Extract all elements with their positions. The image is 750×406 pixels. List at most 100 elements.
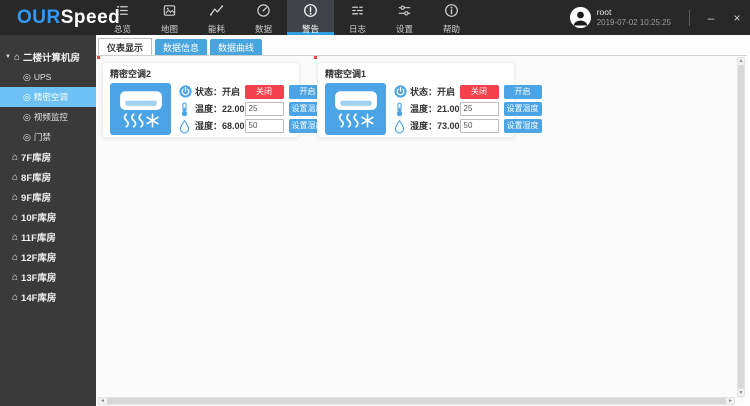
- layout-marker-dot: [97, 56, 100, 59]
- humidity-label: 湿度：: [410, 121, 438, 131]
- caret-down-icon: ▼: [5, 54, 11, 60]
- nav-item-alerts[interactable]: 警告: [287, 0, 334, 35]
- cards-row: 精密空调2 状态： 开启 关闭 开启 温度： 22.00 25 设置温度 湿度：…: [96, 56, 747, 138]
- turn-off-button[interactable]: 关闭: [244, 84, 284, 99]
- scroll-left-arrow-icon[interactable]: ◄: [99, 398, 106, 404]
- tab-pane: 精密空调2 状态： 开启 关闭 开启 温度： 22.00 25 设置温度 湿度：…: [96, 55, 747, 404]
- temperature-input[interactable]: [244, 101, 284, 116]
- sidebar-item-label: 12F库房: [21, 253, 57, 264]
- scroll-right-arrow-icon[interactable]: ►: [727, 398, 734, 404]
- air-conditioner-icon: [325, 83, 386, 135]
- sidebar-item-label: 二楼计算机房: [23, 53, 81, 64]
- humidity-controls: 设置湿度: [459, 118, 542, 133]
- tab-bar: 仪表显示 数据信息 数据曲线: [96, 35, 750, 55]
- ac-card: 精密空调1 状态： 开启 关闭 开启 温度： 21.00 25 设置温度 湿度：…: [317, 62, 542, 138]
- user-info: root 2019-07-02 10:25:25: [597, 7, 671, 28]
- titlebar-spacer: [475, 0, 570, 35]
- nav-item-logs[interactable]: 日志: [334, 0, 381, 35]
- user-box[interactable]: root 2019-07-02 10:25:25: [569, 0, 681, 35]
- scroll-up-arrow-icon[interactable]: ▲: [738, 58, 744, 64]
- horizontal-scrollbar[interactable]: ◄ ►: [98, 397, 735, 405]
- sidebar-item-label: 9F库房: [21, 193, 52, 204]
- nav-label: 设置: [395, 24, 413, 35]
- map-image-icon: [162, 3, 177, 23]
- sidebar-item-label: 精密空调: [33, 92, 68, 102]
- list-icon: [115, 3, 130, 23]
- humidity-label: 湿度：: [195, 121, 223, 131]
- close-button[interactable]: ×: [724, 0, 750, 35]
- titlebar: OUR Speed 总览 地图 能耗 数据 警告 日志 设置 帮助 root 2…: [0, 0, 750, 35]
- tab-gauge-display[interactable]: 仪表显示: [98, 38, 153, 55]
- logo-prefix: OUR: [17, 6, 61, 28]
- log-list-icon: [350, 3, 365, 23]
- temperature-row: 温度： 21.00 设置温度: [394, 101, 542, 116]
- temperature-input[interactable]: [459, 101, 499, 116]
- sidebar-item-label: 14F库房: [21, 293, 57, 304]
- sidebar-item-video-monitor[interactable]: ◎ 视频监控: [0, 107, 96, 127]
- app-body: ▼ ⌂ 二楼计算机房 ◎ UPS ◎ 精密空调 ◎ 视频监控 ◎ 门禁 ⌂ 7F…: [0, 35, 750, 406]
- nav-item-map[interactable]: 地图: [146, 0, 193, 35]
- ac-card: 精密空调2 状态： 开启 关闭 开启 温度： 22.00 25 设置温度 湿度：…: [102, 62, 327, 138]
- sidebar-item-access-control[interactable]: ◎ 门禁: [0, 127, 96, 147]
- sidebar-item-11f[interactable]: ⌂ 11F库房: [0, 227, 96, 247]
- minimize-button[interactable]: –: [698, 0, 724, 35]
- turn-off-button[interactable]: 关闭: [459, 84, 499, 99]
- nav-item-help[interactable]: 帮助: [428, 0, 475, 35]
- turn-on-button[interactable]: 开启: [503, 84, 542, 99]
- scroll-down-arrow-icon[interactable]: ▼: [738, 390, 744, 396]
- set-humidity-button[interactable]: 设置湿度: [503, 118, 542, 133]
- sidebar-item-10f[interactable]: ⌂ 10F库房: [0, 207, 96, 227]
- humidity-value: 68.00: [222, 120, 245, 131]
- card-main: 状态： 开启 关闭 开启: [110, 83, 327, 135]
- sidebar-item-12f[interactable]: ⌂ 12F库房: [0, 247, 96, 267]
- sidebar-item-9f[interactable]: ⌂ 9F库房: [0, 187, 96, 207]
- nav-label: 能耗: [207, 24, 225, 35]
- sidebar-item-label: UPS: [33, 72, 52, 82]
- sidebar-item-7f[interactable]: ⌂ 7F库房: [0, 147, 96, 167]
- sidebar-item-8f[interactable]: ⌂ 8F库房: [0, 167, 96, 187]
- sidebar-item-computer-room[interactable]: ▼ ⌂ 二楼计算机房: [0, 47, 96, 67]
- sidebar-item-label: 13F库房: [21, 273, 57, 284]
- app-logo: OUR Speed: [0, 0, 120, 35]
- card-rows: 状态： 开启 关闭 开启: [171, 83, 327, 135]
- main-content: 仪表显示 数据信息 数据曲线 精密空调2 状态： 开启 关闭 开启 温度： 22…: [96, 35, 750, 406]
- temperature-value: 22.00: [222, 103, 245, 114]
- tab-data-info[interactable]: 数据信息: [155, 39, 208, 55]
- home-icon: ⌂: [12, 231, 19, 243]
- humidity-row: 湿度： 73.00 设置湿度: [394, 118, 542, 134]
- sidebar-item-label: 8F库房: [21, 173, 52, 184]
- temperature-label: 温度：: [410, 104, 438, 114]
- alert-circle-icon: [303, 3, 318, 23]
- sidebar-item-13f[interactable]: ⌂ 13F库房: [0, 267, 96, 287]
- card-main: 状态： 开启 关闭 开启: [325, 83, 542, 135]
- nav-item-energy[interactable]: 能耗: [193, 0, 240, 35]
- tab-data-curve[interactable]: 数据曲线: [210, 39, 263, 55]
- sliders-icon: [397, 3, 412, 23]
- humidity-input[interactable]: [459, 118, 499, 133]
- horizontal-scrollbar-thumb[interactable]: [107, 398, 726, 404]
- sidebar-item-label: 7F库房: [21, 153, 52, 164]
- nav-item-settings[interactable]: 设置: [381, 0, 428, 35]
- nav-label: 日志: [348, 24, 366, 35]
- bullseye-icon: ◎: [23, 111, 31, 122]
- user-avatar-icon: [569, 7, 591, 28]
- home-icon: ⌂: [12, 151, 19, 163]
- vertical-scrollbar-thumb[interactable]: [738, 65, 744, 389]
- vertical-scrollbar[interactable]: ▲ ▼: [737, 57, 745, 397]
- home-icon: ⌂: [12, 251, 19, 263]
- status-controls: 关闭 开启: [244, 84, 327, 99]
- bullseye-icon: ◎: [23, 131, 31, 142]
- nav-label: 总览: [113, 24, 131, 35]
- card-title: 精密空调1: [325, 69, 367, 79]
- status-value: 开启: [437, 87, 456, 97]
- humidity-input[interactable]: [244, 118, 284, 133]
- nav-item-data[interactable]: 数据: [240, 0, 287, 35]
- sidebar-item-ups[interactable]: ◎ UPS: [0, 67, 96, 87]
- sidebar-item-14f[interactable]: ⌂ 14F库房: [0, 287, 96, 307]
- status-value: 开启: [222, 87, 241, 97]
- sidebar-item-precision-ac[interactable]: ◎ 精密空调: [0, 87, 96, 107]
- nav-item-overview[interactable]: 总览: [99, 0, 146, 35]
- thermometer-icon: [394, 102, 406, 116]
- status-label: 状态：: [410, 87, 438, 97]
- set-temperature-button[interactable]: 设置温度: [503, 101, 542, 116]
